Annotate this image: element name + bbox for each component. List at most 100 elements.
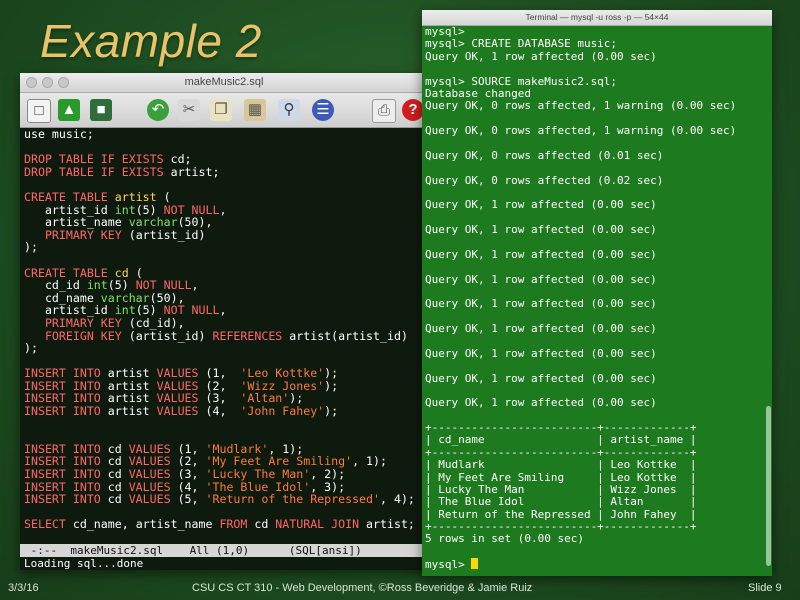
code-token: cd: [247, 517, 276, 532]
new-file-icon[interactable]: □: [27, 99, 51, 123]
code-token: FROM: [219, 517, 248, 532]
scrollbar-thumb[interactable]: [766, 406, 771, 566]
code-token: , 1);: [352, 454, 387, 469]
terminal-titlebar[interactable]: Terminal — mysql -u ross -p — 54×44: [422, 10, 772, 26]
code-line: );: [24, 241, 428, 254]
minimize-icon[interactable]: [42, 77, 53, 88]
code-line: );: [24, 342, 428, 355]
code-token: ,: [219, 202, 227, 217]
code-line: INSERT INTO cd VALUES (5, 'Return of the…: [24, 493, 428, 506]
code-token: DROP TABLE IF EXISTS: [24, 164, 164, 179]
footer-center: CSU CS CT 310 - Web Development, ©Ross B…: [192, 582, 533, 594]
code-token: (artist_id): [121, 328, 213, 343]
code-token: PRIMARY KEY: [44, 227, 122, 242]
code-token: INSERT INTO: [24, 492, 101, 507]
terminal-line: mysql>: [425, 558, 760, 571]
code-token: (5,: [170, 492, 206, 507]
editor-window-title: makeMusic2.sql: [184, 76, 264, 88]
terminal-line: Query OK, 1 row affected (0.00 sec): [425, 371, 657, 385]
code-token: (artist_id): [121, 227, 206, 242]
code-line: INSERT INTO artist VALUES (4, 'John Fahe…: [24, 405, 428, 418]
terminal-cursor: [471, 558, 479, 570]
terminal-window-title: Terminal — mysql -u ross -p — 54×44: [525, 12, 669, 22]
code-token: artist: [100, 404, 157, 419]
code-token: artist(artist_id): [282, 328, 408, 343]
terminal-line: 5 rows in set (0.00 sec): [425, 532, 584, 546]
code-token: VALUES: [128, 492, 171, 507]
terminal-line: | The Blue Idol | Altan |: [425, 495, 697, 509]
footer-slide-number: Slide 9: [748, 582, 782, 594]
code-token: cd: [100, 492, 129, 507]
footer-date: 3/3/16: [8, 582, 39, 594]
copy-icon[interactable]: ❐: [210, 99, 232, 121]
editor-mode-line: -:-- makeMusic2.sql All (1,0) (SQL[ansi]…: [20, 544, 428, 557]
editor-titlebar[interactable]: makeMusic2.sql: [20, 73, 428, 93]
paste-icon[interactable]: ▦: [244, 99, 266, 121]
terminal-line: Query OK, 0 rows affected, 1 warning (0.…: [425, 99, 737, 113]
cut-icon[interactable]: ✂: [178, 99, 200, 121]
terminal-line: | cd_name | artist_name |: [425, 433, 697, 447]
code-token: 'Return of the Repressed': [205, 492, 381, 507]
terminal-line: Query OK, 1 row affected (0.00 sec): [425, 198, 657, 212]
terminal-window: Terminal — mysql -u ross -p — 54×44 mysq…: [422, 10, 772, 576]
code-token: REFERENCES: [212, 328, 283, 343]
terminal-line: mysql> CREATE DATABASE music;: [425, 37, 618, 51]
code-token: NATURAL JOIN: [275, 517, 360, 532]
terminal-line: Query OK, 1 row affected (0.00 sec): [425, 49, 657, 63]
code-token: (4,: [198, 404, 241, 419]
help-icon[interactable]: ?: [402, 99, 424, 121]
code-line: FOREIGN KEY (artist_id) REFERENCES artis…: [24, 328, 428, 343]
code-token: );: [324, 404, 339, 419]
code-token: INSERT INTO: [24, 404, 101, 419]
terminal-line: Query OK, 1 row affected (0.00 sec): [425, 223, 657, 236]
terminal-line: Query OK, 1 row affected (0.00 sec): [425, 272, 657, 286]
terminal-line: Query OK, 1 row affected (0.00 sec): [425, 396, 657, 410]
editor-echo-area: Loading sql...done: [20, 557, 428, 570]
search-icon[interactable]: ⚲: [278, 99, 300, 121]
code-line: use music;: [24, 128, 428, 141]
save-icon[interactable]: ■: [90, 99, 112, 121]
code-token: artist;: [359, 517, 415, 532]
terminal-line: Query OK, 1 row affected (0.00 sec): [425, 297, 657, 311]
code-token: 'John Fahey': [240, 404, 325, 419]
terminal-line: Query OK, 1 row affected (0.00 sec): [425, 346, 657, 360]
undo-icon[interactable]: ↶: [147, 99, 169, 121]
slide-title: Example 2: [40, 15, 262, 67]
code-line: DROP TABLE IF EXISTS artist;: [24, 164, 428, 179]
open-file-icon[interactable]: ▲: [58, 99, 80, 121]
terminal-line: Query OK, 0 rows affected, 1 warning (0.…: [425, 124, 737, 137]
code-token: ,: [191, 278, 199, 293]
code-token: artist;: [163, 164, 220, 179]
terminal-line: Query OK, 0 rows affected (0.01 sec): [425, 148, 664, 162]
code-token: VALUES: [156, 404, 199, 419]
zoom-icon[interactable]: [58, 77, 69, 88]
code-token: , 4);: [380, 492, 415, 507]
print-icon[interactable]: ⎙: [372, 99, 396, 123]
terminal-line: Query OK, 1 row affected (0.00 sec): [425, 322, 657, 335]
code-token: ,: [219, 303, 227, 318]
terminal-scrollbar[interactable]: [764, 26, 772, 576]
preferences-icon[interactable]: ☰: [312, 99, 334, 121]
terminal-line: Query OK, 1 row affected (0.00 sec): [425, 247, 657, 261]
terminal-line: | Mudlark | Leo Kottke |: [425, 458, 697, 472]
code-token: use music;: [24, 128, 94, 141]
editor-toolbar: □ ▲ ■ ↶ ✂ ❐ ▦ ⚲ ☰ ⎙ ?: [20, 93, 428, 128]
code-token: SELECT: [24, 517, 66, 532]
terminal-line: Query OK, 0 rows affected (0.02 sec): [425, 173, 664, 187]
code-line: SELECT cd_name, artist_name FROM cd NATU…: [24, 518, 428, 531]
code-token: cd_name, artist_name: [65, 517, 220, 532]
close-icon[interactable]: [26, 77, 37, 88]
code-token: );: [24, 341, 38, 356]
code-line: PRIMARY KEY (artist_id): [24, 227, 428, 242]
terminal-output[interactable]: mysql> mysql> CREATE DATABASE music; Query…: [425, 26, 760, 576]
editor-window: makeMusic2.sql □ ▲ ■ ↶ ✂ ❐ ▦ ⚲ ☰ ⎙ ? use…: [20, 73, 428, 570]
code-editor[interactable]: use music; DROP TABLE IF EXISTS cd; DROP T…: [20, 128, 428, 544]
